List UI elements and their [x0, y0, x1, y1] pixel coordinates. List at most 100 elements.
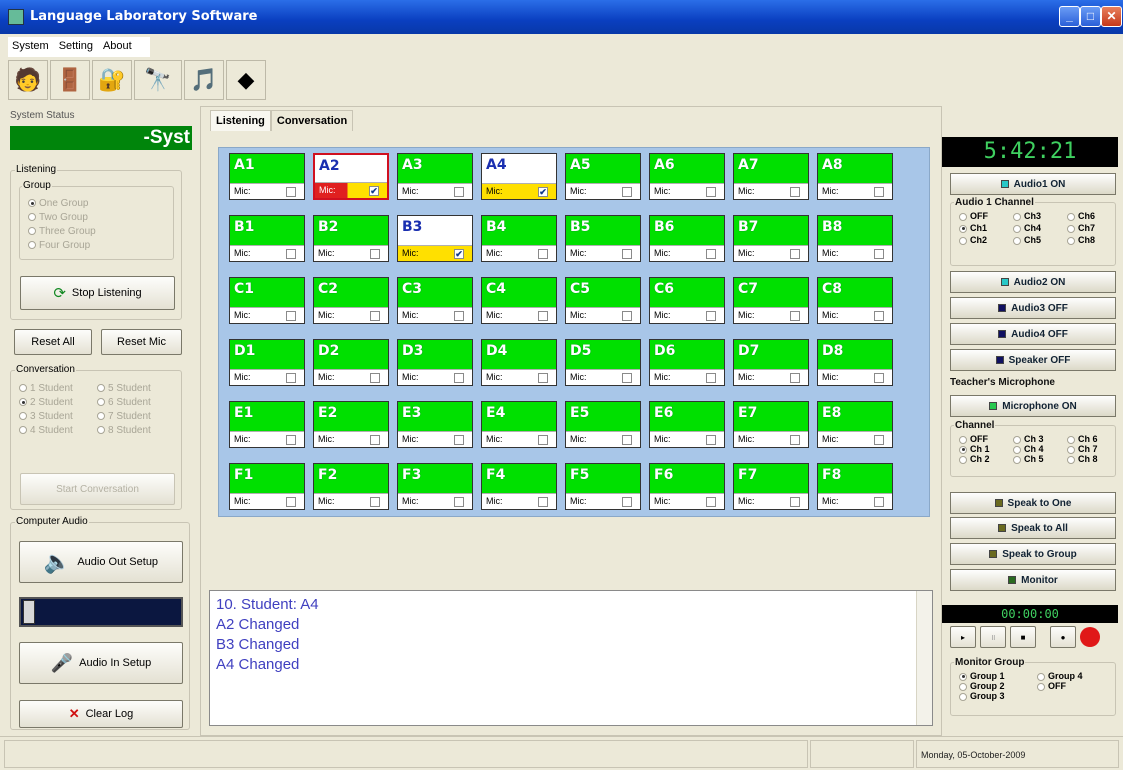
- student-cell-E6[interactable]: E6 Mic:: [649, 401, 725, 448]
- student-cell-A6[interactable]: A6 Mic:: [649, 153, 725, 200]
- mic-checkbox[interactable]: [286, 373, 296, 383]
- audio1-ch7[interactable]: Ch7: [1067, 223, 1117, 233]
- mic-checkbox[interactable]: [454, 497, 464, 507]
- student-cell-B8[interactable]: B8 Mic:: [817, 215, 893, 262]
- channel-6[interactable]: Ch 6: [1067, 434, 1117, 444]
- student-cell-A2[interactable]: A2 Mic: ✔: [313, 153, 389, 200]
- student-cell-F5[interactable]: F5 Mic:: [565, 463, 641, 510]
- audio1-ch3[interactable]: Ch3: [1013, 211, 1063, 221]
- start-conversation-button[interactable]: Start Conversation: [20, 473, 175, 505]
- student-cell-D3[interactable]: D3 Mic:: [397, 339, 473, 386]
- mic-checkbox[interactable]: ✔: [538, 187, 548, 197]
- mic-checkbox[interactable]: [790, 373, 800, 383]
- conv-radio-8[interactable]: 8 Student: [97, 425, 175, 436]
- mic-checkbox[interactable]: [706, 249, 716, 259]
- mic-checkbox[interactable]: [538, 435, 548, 445]
- monitor-group-off[interactable]: OFF: [1037, 681, 1111, 691]
- student-cell-B3[interactable]: B3 Mic: ✔: [397, 215, 473, 262]
- mic-checkbox[interactable]: [538, 373, 548, 383]
- mic-checkbox[interactable]: [790, 311, 800, 321]
- conv-radio-6[interactable]: 6 Student: [97, 397, 175, 408]
- student-cell-E8[interactable]: E8 Mic:: [817, 401, 893, 448]
- channel-3[interactable]: Ch 3: [1013, 434, 1063, 444]
- volume-slider-thumb[interactable]: [23, 600, 35, 624]
- group-radio-four[interactable]: Four Group: [28, 239, 96, 253]
- mic-checkbox[interactable]: [286, 311, 296, 321]
- play-icon[interactable]: ▸: [950, 626, 976, 648]
- stop-listening-button[interactable]: ⟳ Stop Listening: [20, 276, 175, 310]
- conv-radio-2[interactable]: 2 Student: [19, 397, 97, 408]
- channel-7[interactable]: Ch 7: [1067, 444, 1117, 454]
- tab-conversation[interactable]: Conversation: [270, 110, 354, 131]
- tab-listening[interactable]: Listening: [210, 110, 271, 131]
- mic-checkbox[interactable]: [790, 497, 800, 507]
- student-cell-D5[interactable]: D5 Mic:: [565, 339, 641, 386]
- student-cell-B7[interactable]: B7 Mic:: [733, 215, 809, 262]
- student-cell-B2[interactable]: B2 Mic:: [313, 215, 389, 262]
- conv-radio-5[interactable]: 5 Student: [97, 383, 175, 394]
- channel-2[interactable]: Ch 2: [959, 454, 1009, 464]
- menu-setting[interactable]: Setting: [59, 40, 93, 54]
- student-cell-B5[interactable]: B5 Mic:: [565, 215, 641, 262]
- student-cell-D1[interactable]: D1 Mic:: [229, 339, 305, 386]
- log-scrollbar[interactable]: [916, 591, 932, 725]
- channel-4[interactable]: Ch 4: [1013, 444, 1063, 454]
- audio4-off-button[interactable]: Audio4 OFF: [950, 323, 1116, 345]
- audio1-ch8[interactable]: Ch8: [1067, 235, 1117, 245]
- mic-checkbox[interactable]: [706, 435, 716, 445]
- student-cell-E4[interactable]: E4 Mic:: [481, 401, 557, 448]
- monitor-group-3[interactable]: Group 3: [959, 691, 1033, 701]
- reset-all-button[interactable]: Reset All: [14, 329, 92, 355]
- student-cell-D7[interactable]: D7 Mic:: [733, 339, 809, 386]
- exit-door-icon[interactable]: 🚪: [50, 60, 90, 100]
- mic-checkbox[interactable]: [874, 311, 884, 321]
- student-cell-D6[interactable]: D6 Mic:: [649, 339, 725, 386]
- channel-off[interactable]: OFF: [959, 434, 1009, 444]
- menu-system[interactable]: System: [12, 40, 49, 54]
- audio3-off-button[interactable]: Audio3 OFF: [950, 297, 1116, 319]
- student-cell-C7[interactable]: C7 Mic:: [733, 277, 809, 324]
- mic-checkbox[interactable]: [874, 249, 884, 259]
- close-icon[interactable]: ✕: [1101, 6, 1122, 27]
- monitor-group-1[interactable]: Group 1: [959, 671, 1033, 681]
- audio1-on-button[interactable]: Audio1 ON: [950, 173, 1116, 195]
- mic-checkbox[interactable]: [286, 249, 296, 259]
- group-radio-one[interactable]: One Group: [28, 197, 96, 211]
- student-cell-A4[interactable]: A4 Mic: ✔: [481, 153, 557, 200]
- student-cell-A7[interactable]: A7 Mic:: [733, 153, 809, 200]
- audio2-on-button[interactable]: Audio2 ON: [950, 271, 1116, 293]
- student-cell-C8[interactable]: C8 Mic:: [817, 277, 893, 324]
- speak-to-group-button[interactable]: Speak to Group: [950, 543, 1116, 565]
- monitor-button[interactable]: Monitor: [950, 569, 1116, 591]
- student-cell-A8[interactable]: A8 Mic:: [817, 153, 893, 200]
- student-cell-A3[interactable]: A3 Mic:: [397, 153, 473, 200]
- speaker-off-button[interactable]: Speaker OFF: [950, 349, 1116, 371]
- pause-icon[interactable]: ॥: [980, 626, 1006, 648]
- audio1-ch4[interactable]: Ch4: [1013, 223, 1063, 233]
- group-radio-three[interactable]: Three Group: [28, 225, 96, 239]
- minimize-icon[interactable]: _: [1059, 6, 1080, 27]
- student-cell-F7[interactable]: F7 Mic:: [733, 463, 809, 510]
- student-cell-F1[interactable]: F1 Mic:: [229, 463, 305, 510]
- student-cell-F8[interactable]: F8 Mic:: [817, 463, 893, 510]
- mic-checkbox[interactable]: [622, 187, 632, 197]
- microphone-on-button[interactable]: Microphone ON: [950, 395, 1116, 417]
- mic-checkbox[interactable]: [454, 311, 464, 321]
- conv-radio-1[interactable]: 1 Student: [19, 383, 97, 394]
- mic-checkbox[interactable]: [874, 373, 884, 383]
- student-cell-C1[interactable]: C1 Mic:: [229, 277, 305, 324]
- mic-checkbox[interactable]: [370, 435, 380, 445]
- student-cell-F6[interactable]: F6 Mic:: [649, 463, 725, 510]
- student-cell-D4[interactable]: D4 Mic:: [481, 339, 557, 386]
- audio1-ch5[interactable]: Ch5: [1013, 235, 1063, 245]
- audio1-ch1[interactable]: Ch1: [959, 223, 1009, 233]
- conv-radio-3[interactable]: 3 Student: [19, 411, 97, 422]
- monitor-group-4[interactable]: Group 4: [1037, 671, 1111, 681]
- student-cell-C6[interactable]: C6 Mic:: [649, 277, 725, 324]
- mic-checkbox[interactable]: [538, 249, 548, 259]
- mic-checkbox[interactable]: [706, 373, 716, 383]
- student-cell-A5[interactable]: A5 Mic:: [565, 153, 641, 200]
- student-cell-F4[interactable]: F4 Mic:: [481, 463, 557, 510]
- channel-5[interactable]: Ch 5: [1013, 454, 1063, 464]
- group-radio-two[interactable]: Two Group: [28, 211, 96, 225]
